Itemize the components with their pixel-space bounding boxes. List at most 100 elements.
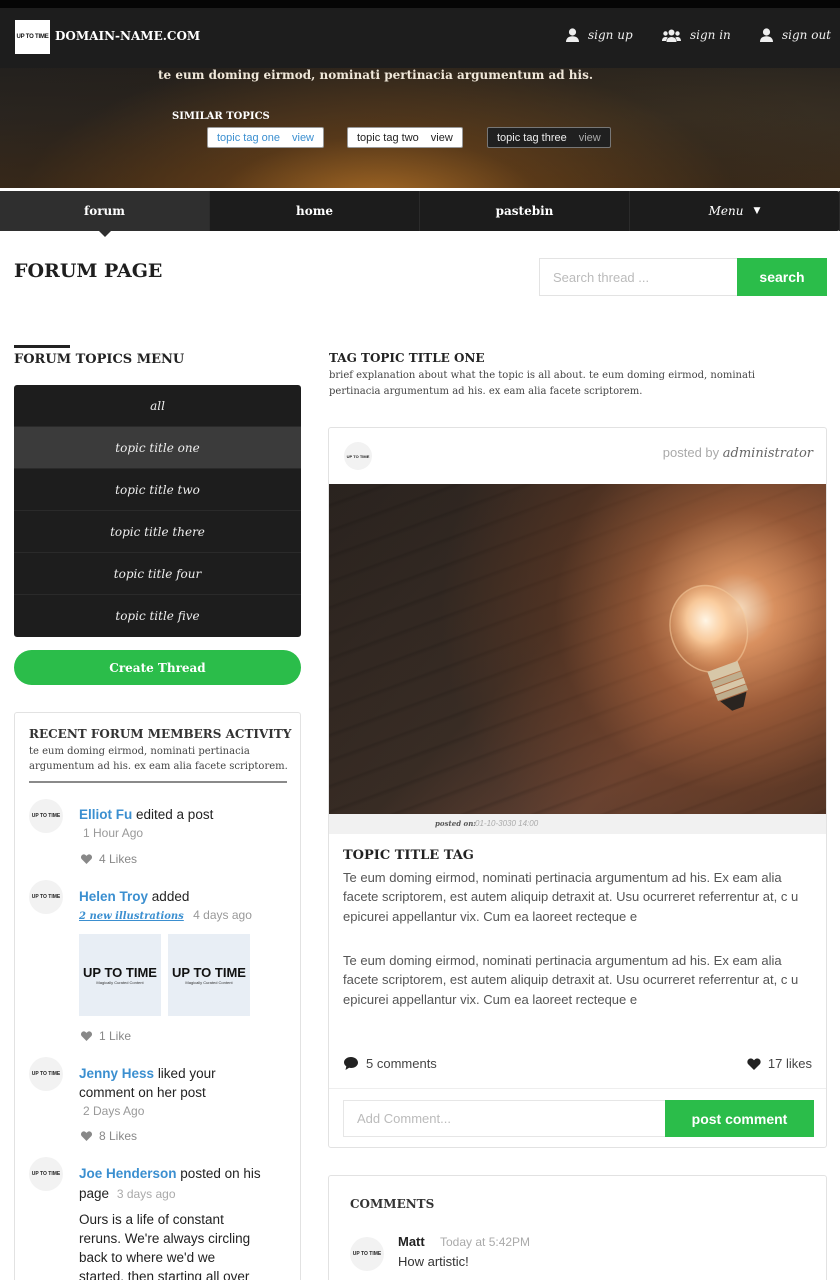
site-logo[interactable]: UP TO TIME: [15, 20, 50, 54]
topic-description: brief explanation about what the topic i…: [329, 370, 756, 397]
search-button[interactable]: search: [737, 258, 827, 296]
posted-on-date: 01-10-3030 14:00: [475, 819, 539, 828]
post-text-line: reruns. We're always circling: [79, 1231, 251, 1246]
likes-button[interactable]: 17 likes: [747, 1056, 812, 1071]
feed-action: posted on his: [180, 1166, 261, 1181]
nav-label: forum: [84, 204, 125, 218]
post-author-link[interactable]: administrator: [723, 446, 813, 461]
avatar-logo-text: UP TO TIME: [31, 813, 61, 819]
posted-by: posted by administrator: [663, 445, 813, 461]
comment-time: Today at 5:42PM: [440, 1235, 531, 1249]
nav-home[interactable]: home: [210, 191, 420, 231]
top-strip: [0, 0, 840, 8]
feed-item: Helen Troy added: [79, 887, 189, 906]
signout-link[interactable]: sign out: [760, 28, 831, 42]
post-paragraph: Te eum doming eirmod, nominati pertinaci…: [343, 870, 799, 924]
avatar-logo-text: UP TO TIME: [31, 1171, 61, 1177]
signup-label: sign up: [588, 28, 633, 42]
avatar[interactable]: UP TO TIME: [29, 1157, 63, 1191]
topic-tag-one[interactable]: topic tag one view: [207, 127, 325, 148]
topic-item-two[interactable]: topic title two: [14, 469, 301, 511]
section-rule: [14, 345, 70, 348]
activity-panel: RECENT FORUM MEMBERS ACTIVITY te eum dom…: [14, 712, 301, 1280]
signin-label: sign in: [690, 28, 731, 42]
heart-icon: [747, 1057, 761, 1070]
post-card: UP TO TIME posted by administrator poste…: [328, 427, 827, 1148]
heart-icon: [81, 1131, 92, 1141]
feed-action: added: [151, 889, 190, 904]
nav-menu-dropdown[interactable]: Menu ▼: [630, 191, 840, 231]
nav-label: home: [295, 204, 334, 218]
tag-view-link[interactable]: view: [431, 132, 453, 144]
page-title: FORUM PAGE: [14, 260, 163, 282]
feed-action-continued: comment on her post: [79, 1085, 206, 1100]
feed-action: liked your: [157, 1066, 216, 1081]
post-text-line: started, then starting all over: [79, 1269, 250, 1280]
similar-topics-label: SIMILAR TOPICS: [172, 111, 270, 122]
caret-down-icon: ▼: [753, 206, 761, 216]
topic-tag-three[interactable]: topic tag three view: [487, 127, 611, 148]
like-button[interactable]: 4 Likes: [81, 852, 137, 866]
author-avatar[interactable]: UP TO TIME: [344, 442, 372, 470]
avatar[interactable]: UP TO TIME: [29, 880, 63, 914]
member-name-link[interactable]: Joe Henderson: [79, 1166, 177, 1181]
topics-menu: all topic title one topic title two topi…: [14, 385, 301, 637]
nav-forum[interactable]: forum: [0, 191, 210, 237]
illustrations-link[interactable]: 2 new illustrations: [79, 911, 184, 922]
main-nav: forum home pastebin Menu ▼: [0, 191, 840, 237]
like-button[interactable]: 1 Like: [81, 1029, 131, 1043]
post-paragraph: Te eum doming eirmod, nominati pertinaci…: [343, 953, 799, 1007]
top-bar: UP TO TIME DOMAIN-NAME.COM sign up sign …: [0, 8, 840, 68]
logo-text: UP TO TIME: [16, 34, 49, 40]
lightbulb-illustration: [669, 584, 749, 711]
heart-icon: [81, 854, 92, 864]
avatar-logo-text: UP TO TIME: [31, 1071, 61, 1077]
like-count: 1 Like: [99, 1029, 132, 1043]
activity-description: te eum doming eirmod, nominati pertinaci…: [29, 746, 288, 772]
signup-link[interactable]: sign up: [566, 28, 633, 42]
domain-name[interactable]: DOMAIN-NAME.COM: [55, 29, 200, 43]
feed-time: 3 days ago: [116, 1187, 176, 1201]
post-image: [329, 484, 826, 814]
divider: [29, 781, 287, 783]
avatar[interactable]: UP TO TIME: [29, 799, 63, 833]
hero-text: te eum doming eirmod, nominati pertinaci…: [158, 68, 593, 82]
topic-item-all[interactable]: all: [14, 385, 301, 427]
topic-item-one[interactable]: topic title one: [14, 427, 301, 469]
thumb-tagline: Magically Curated Content: [185, 980, 233, 985]
posted-by-label: posted by: [662, 445, 720, 460]
member-name-link[interactable]: Helen Troy: [79, 889, 148, 904]
comment-avatar[interactable]: UP TO TIME: [350, 1237, 384, 1271]
feed-post-text: Ours is a life of constant reruns. We're…: [79, 1210, 250, 1280]
tag-view-link[interactable]: view: [579, 132, 601, 144]
comment-author[interactable]: Matt: [398, 1234, 425, 1249]
feed-time: 2 Days Ago: [83, 1104, 145, 1118]
topic-item-four[interactable]: topic title four: [14, 553, 301, 595]
like-count: 17 likes: [767, 1056, 812, 1071]
tag-view-link[interactable]: view: [292, 132, 314, 144]
tag-label: topic tag two: [357, 131, 419, 144]
illustration-thumbnail[interactable]: UP TO TIME Magically Curated Content: [168, 934, 250, 1016]
search-input[interactable]: [539, 258, 738, 296]
illustration-thumbnail[interactable]: UP TO TIME Magically Curated Content: [79, 934, 161, 1016]
topic-item-five[interactable]: topic title five: [14, 595, 301, 637]
topics-menu-title: FORUM TOPICS MENU: [14, 352, 185, 367]
signin-link[interactable]: sign in: [662, 28, 731, 42]
member-name-link[interactable]: Elliot Fu: [79, 807, 132, 822]
topic-tag-two[interactable]: topic tag two view: [347, 127, 463, 148]
topic-item-three[interactable]: topic title there: [14, 511, 301, 553]
nav-label: Menu: [708, 204, 744, 218]
avatar[interactable]: UP TO TIME: [29, 1057, 63, 1091]
create-thread-button[interactable]: Create Thread: [14, 650, 301, 685]
nav-pastebin[interactable]: pastebin: [420, 191, 630, 231]
post-comment-button[interactable]: post comment: [665, 1100, 814, 1137]
feed-item: Joe Henderson posted on his: [79, 1164, 261, 1183]
nav-label: pastebin: [495, 204, 554, 218]
thumb-tagline: Magically Curated Content: [96, 980, 144, 985]
member-name-link[interactable]: Jenny Hess: [79, 1066, 154, 1081]
comments-link[interactable]: 5 comments: [344, 1056, 437, 1071]
comment-count: 5 comments: [366, 1056, 437, 1071]
like-count: 8 Likes: [99, 1129, 138, 1143]
like-button[interactable]: 8 Likes: [81, 1129, 137, 1143]
comment-input[interactable]: [343, 1100, 666, 1137]
